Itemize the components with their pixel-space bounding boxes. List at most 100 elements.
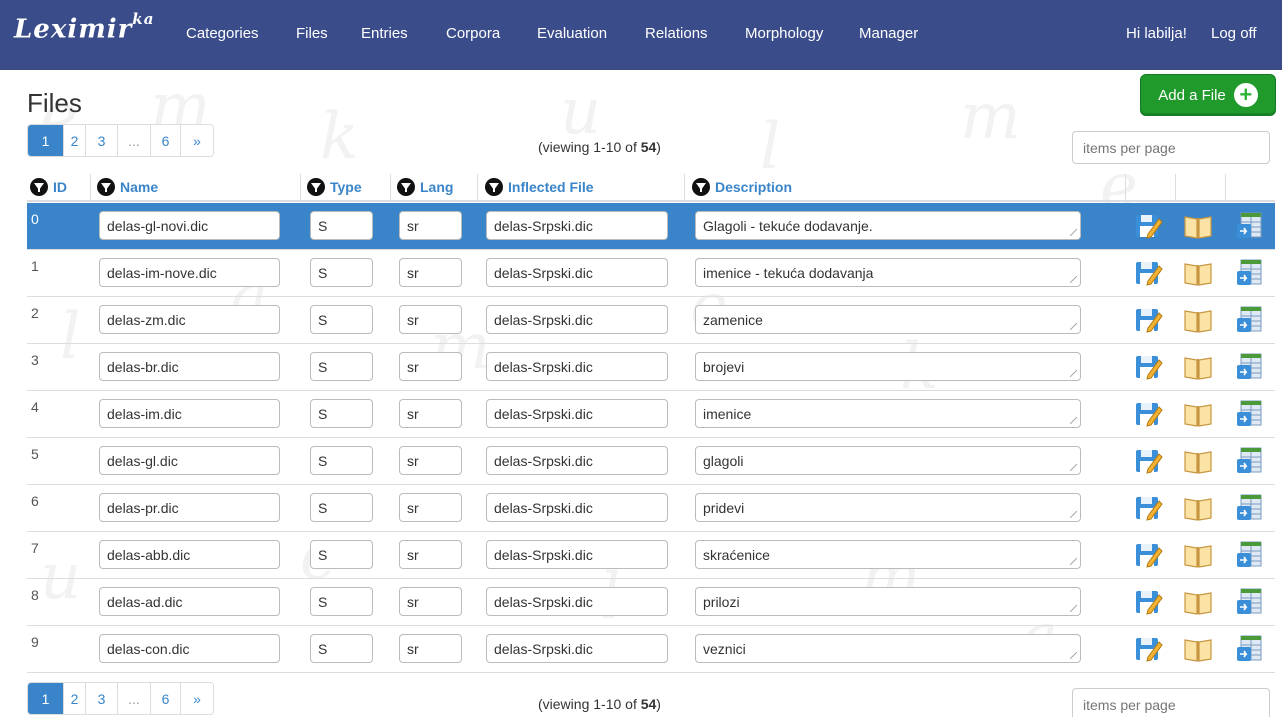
table-icon[interactable] <box>1234 398 1266 430</box>
save-icon[interactable] <box>1132 445 1164 477</box>
inflected-file-field[interactable]: delas-Srpski.dic <box>486 446 668 475</box>
page-3-button[interactable]: 3 <box>86 125 118 156</box>
description-field[interactable]: glagoli <box>695 446 1081 475</box>
description-field[interactable]: skraćenice <box>695 540 1081 569</box>
inflected-file-field[interactable]: delas-Srpski.dic <box>486 493 668 522</box>
inflected-file-field[interactable]: delas-Srpski.dic <box>486 634 668 663</box>
book-icon[interactable] <box>1182 539 1214 571</box>
name-field[interactable]: delas-ad.dic <box>99 587 280 616</box>
column-description-header[interactable]: Description <box>692 178 792 196</box>
name-field[interactable]: delas-pr.dic <box>99 493 280 522</box>
table-row[interactable]: 4 delas-im.dic Ssr delas-Srpski.dic imenice <box>27 391 1275 438</box>
column-lang-header[interactable]: Lang <box>397 178 453 196</box>
inflected-file-field[interactable]: delas-Srpski.dic <box>486 399 668 428</box>
table-icon[interactable] <box>1234 492 1266 524</box>
description-field[interactable]: imenice <box>695 399 1081 428</box>
items-per-page-input[interactable] <box>1072 131 1270 164</box>
table-row[interactable]: 7 delas-abb.dic Ssr delas-Srpski.dic skraćen… <box>27 532 1275 579</box>
page-1-button[interactable]: 1 <box>28 125 64 156</box>
lang-field[interactable]: sr <box>399 258 462 287</box>
logoff-link[interactable]: Log off <box>1211 25 1257 42</box>
book-icon[interactable] <box>1182 257 1214 289</box>
table-icon[interactable] <box>1234 304 1266 336</box>
book-icon[interactable] <box>1182 351 1214 383</box>
lang-field[interactable]: sr <box>399 540 462 569</box>
table-icon[interactable] <box>1234 633 1266 665</box>
name-field[interactable]: delas-gl.dic <box>99 446 280 475</box>
name-field[interactable]: delas-im.dic <box>99 399 280 428</box>
filter-icon[interactable] <box>30 178 48 196</box>
type-field[interactable]: S <box>310 634 373 663</box>
save-icon[interactable] <box>1132 586 1164 618</box>
table-icon[interactable] <box>1234 210 1266 242</box>
name-field[interactable]: delas-zm.dic <box>99 305 280 334</box>
column-inflected-header[interactable]: Inflected File <box>485 178 594 196</box>
type-field[interactable]: S <box>310 587 373 616</box>
type-field[interactable]: S <box>310 540 373 569</box>
lang-field[interactable]: sr <box>399 493 462 522</box>
book-icon[interactable] <box>1182 398 1214 430</box>
description-field[interactable]: pridevi <box>695 493 1081 522</box>
save-icon[interactable] <box>1132 492 1164 524</box>
filter-icon[interactable] <box>692 178 710 196</box>
page-next-button[interactable]: » <box>181 683 213 714</box>
table-row[interactable]: 1 delas-im-nove.dic Ssr delas-Srpski.dic ime… <box>27 250 1275 297</box>
nav-files[interactable]: Files <box>296 25 328 42</box>
table-row[interactable]: 6 delas-pr.dic Ssr delas-Srpski.dic pridevi <box>27 485 1275 532</box>
name-field[interactable]: delas-gl-novi.dic <box>99 211 280 240</box>
nav-entries[interactable]: Entries <box>361 25 408 42</box>
name-field[interactable]: delas-abb.dic <box>99 540 280 569</box>
page-6-button[interactable]: 6 <box>151 683 181 714</box>
nav-categories[interactable]: Categories <box>186 25 259 42</box>
type-field[interactable]: S <box>310 493 373 522</box>
nav-corpora[interactable]: Corpora <box>446 25 500 42</box>
type-field[interactable]: S <box>310 305 373 334</box>
book-icon[interactable] <box>1182 492 1214 524</box>
save-icon[interactable] <box>1132 257 1164 289</box>
page-6-button[interactable]: 6 <box>151 125 181 156</box>
inflected-file-field[interactable]: delas-Srpski.dic <box>486 587 668 616</box>
page-next-button[interactable]: » <box>181 125 213 156</box>
nav-morphology[interactable]: Morphology <box>745 25 823 42</box>
table-row[interactable]: 3 delas-br.dic Ssr delas-Srpski.dic brojevi <box>27 344 1275 391</box>
type-field[interactable]: S <box>310 211 373 240</box>
inflected-file-field[interactable]: delas-Srpski.dic <box>486 305 668 334</box>
app-logo[interactable]: Leximirka <box>14 10 154 45</box>
save-icon[interactable] <box>1132 539 1164 571</box>
inflected-file-field[interactable]: delas-Srpski.dic <box>486 258 668 287</box>
name-field[interactable]: delas-im-nove.dic <box>99 258 280 287</box>
book-icon[interactable] <box>1182 210 1214 242</box>
page-2-button[interactable]: 2 <box>64 683 86 714</box>
inflected-file-field[interactable]: delas-Srpski.dic <box>486 352 668 381</box>
lang-field[interactable]: sr <box>399 634 462 663</box>
type-field[interactable]: S <box>310 352 373 381</box>
filter-icon[interactable] <box>485 178 503 196</box>
table-icon[interactable] <box>1234 351 1266 383</box>
table-row[interactable]: 8 delas-ad.dic Ssr delas-Srpski.dic prilozi <box>27 579 1275 626</box>
table-row[interactable]: 9 delas-con.dic Ssr delas-Srpski.dic veznici <box>27 626 1275 673</box>
inflected-file-field[interactable]: delas-Srpski.dic <box>486 211 668 240</box>
page-1-button[interactable]: 1 <box>28 683 64 714</box>
nav-relations[interactable]: Relations <box>645 25 708 42</box>
lang-field[interactable]: sr <box>399 399 462 428</box>
column-name-header[interactable]: Name <box>97 178 158 196</box>
lang-field[interactable]: sr <box>399 446 462 475</box>
description-field[interactable]: imenice - tekuća dodavanja <box>695 258 1081 287</box>
filter-icon[interactable] <box>307 178 325 196</box>
filter-icon[interactable] <box>97 178 115 196</box>
nav-evaluation[interactable]: Evaluation <box>537 25 607 42</box>
table-row[interactable]: 2 delas-zm.dic Ssr delas-Srpski.dic zamenice <box>27 297 1275 344</box>
description-field[interactable]: prilozi <box>695 587 1081 616</box>
description-field[interactable]: Glagoli - tekuće dodavanje. <box>695 211 1081 240</box>
items-per-page-input-bottom[interactable] <box>1072 688 1270 717</box>
type-field[interactable]: S <box>310 399 373 428</box>
book-icon[interactable] <box>1182 586 1214 618</box>
table-icon[interactable] <box>1234 257 1266 289</box>
table-icon[interactable] <box>1234 539 1266 571</box>
save-icon[interactable] <box>1132 398 1164 430</box>
description-field[interactable]: brojevi <box>695 352 1081 381</box>
name-field[interactable]: delas-con.dic <box>99 634 280 663</box>
add-file-button[interactable]: Add a File <box>1140 74 1276 116</box>
lang-field[interactable]: sr <box>399 305 462 334</box>
lang-field[interactable]: sr <box>399 211 462 240</box>
